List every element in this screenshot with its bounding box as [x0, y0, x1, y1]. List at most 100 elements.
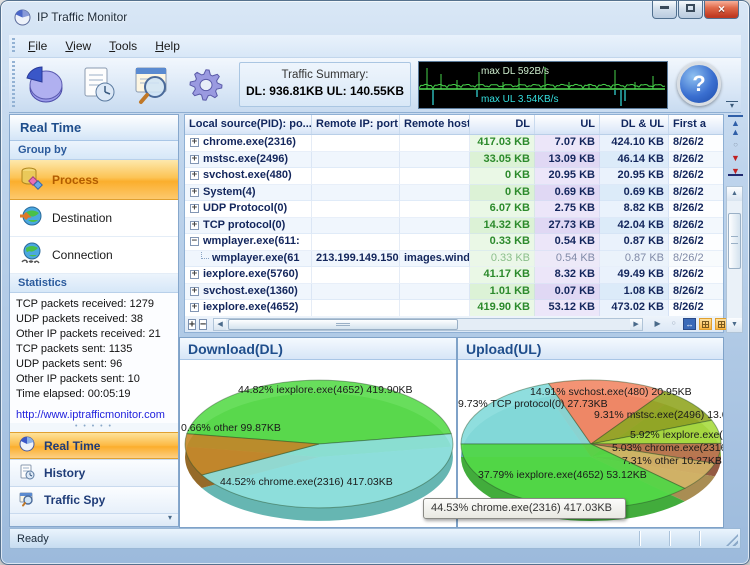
column-header-5[interactable]: DL & UL — [600, 115, 669, 134]
website-link[interactable]: http://www.iptrafficmonitor.com — [16, 408, 178, 423]
expand-icon[interactable]: + — [190, 188, 199, 197]
go-prev-row-icon[interactable]: ▲ — [728, 126, 743, 139]
collapse-icon[interactable]: − — [190, 237, 199, 246]
traffic-value: 0.54 KB — [535, 234, 600, 251]
expand-icon[interactable]: + — [190, 303, 199, 312]
traffic-value: 0 KB — [470, 185, 535, 202]
table-row[interactable]: −wmplayer.exe(611:0.33 KB0.54 KB0.87 KB8… — [185, 234, 723, 251]
pie-slice-label: 14.91% svchost.exe(480) 20.95KB — [530, 386, 692, 398]
expand-icon[interactable]: + — [190, 221, 199, 230]
traffic-value: 1.08 KB — [600, 284, 669, 301]
titlebar[interactable]: IP Traffic Monitor × — [1, 1, 749, 35]
globe-link-icon — [10, 241, 52, 270]
autofit-columns-icon[interactable]: ↔ — [683, 318, 696, 330]
column-header-2[interactable]: Remote host — [400, 115, 470, 134]
current-row-icon[interactable]: ○ — [728, 139, 743, 152]
minimize-button[interactable] — [652, 1, 677, 19]
table-row[interactable]: +svchost.exe(480)0 KB20.95 KB20.95 KB8/2… — [185, 168, 723, 185]
expand-icon[interactable]: + — [190, 287, 199, 296]
traffic-value: 0.33 KB — [470, 234, 535, 251]
go-first-row-icon[interactable]: ▲ — [728, 115, 743, 126]
expand-icon[interactable]: + — [190, 171, 199, 180]
expand-icon[interactable]: + — [190, 155, 199, 164]
traffic-value: 0.87 KB — [600, 234, 669, 251]
settings-toolbar-button[interactable] — [183, 63, 229, 107]
scroll-up-arrow[interactable]: ▲ — [727, 187, 742, 201]
group-by-header: Group by — [10, 141, 178, 160]
grid-view-icon[interactable] — [699, 318, 712, 330]
go-next-row-icon[interactable]: ▼ — [728, 152, 743, 165]
close-button[interactable]: × — [704, 1, 739, 19]
table-row[interactable]: +UDP Protocol(0)6.07 KB2.75 KB8.82 KB8/2… — [185, 201, 723, 218]
menu-item-view[interactable]: View — [56, 35, 100, 53]
scroll-right-arrow[interactable]: ▶ — [630, 319, 642, 330]
menu-item-file[interactable]: File — [19, 35, 56, 53]
table-row[interactable]: +iexplore.exe(5760)41.17 KB8.32 KB49.49 … — [185, 267, 723, 284]
column-header-4[interactable]: UL — [535, 115, 600, 134]
expand-all-button[interactable]: + — [188, 319, 196, 330]
table-row[interactable]: +mstsc.exe(2496)33.05 KB13.09 KB46.14 KB… — [185, 152, 723, 169]
record-toggle-icon[interactable]: ○ — [667, 318, 680, 330]
process-name: mstsc.exe(2496) — [203, 153, 288, 165]
toolbar-overflow-chevron[interactable]: ▾ — [726, 101, 738, 110]
menu-item-tools[interactable]: Tools — [100, 35, 146, 53]
report-toolbar-button[interactable] — [75, 63, 121, 107]
group-by-label: Connection — [52, 248, 113, 262]
nav-item-traffic-spy[interactable]: Traffic Spy — [10, 486, 178, 513]
realtime-pie-toolbar-button[interactable] — [21, 63, 67, 107]
statistics-line: UDP packets received: 38 — [16, 312, 178, 327]
app-pie-icon — [14, 9, 31, 26]
column-header-1[interactable]: Remote IP: port — [312, 115, 400, 134]
expand-icon[interactable]: + — [190, 138, 199, 147]
process-name: chrome.exe(2316) — [203, 136, 296, 148]
globe-arrow-icon — [10, 204, 52, 233]
table-row[interactable]: wmplayer.exe(61213.199.149.150: 8images.… — [185, 251, 723, 268]
scroll-down-arrow[interactable]: ▼ — [727, 318, 742, 332]
nav-item-label: Traffic Spy — [44, 493, 105, 507]
table-row[interactable]: +svchost.exe(1360)1.01 KB0.07 KB1.08 KB8… — [185, 284, 723, 301]
collapse-all-button[interactable]: − — [199, 319, 207, 330]
help-button[interactable]: ? — [677, 62, 721, 106]
pie-slice-label: 0.66% other 99.87KB — [181, 422, 281, 434]
table-row[interactable]: +TCP protocol(0)14.32 KB27.73 KB42.04 KB… — [185, 218, 723, 235]
nav-item-label: History — [44, 466, 85, 480]
expand-icon[interactable]: + — [190, 270, 199, 279]
traffic-value: 1.01 KB — [470, 284, 535, 301]
sidebar-footer: ▾ — [10, 513, 178, 526]
go-last-row-icon[interactable]: ▼ — [728, 165, 743, 176]
sidebar-splitter[interactable]: • • • • • — [10, 423, 178, 432]
pie-slice-tooltip: 44.53% chrome.exe(2316) 417.03KB — [423, 498, 626, 519]
menubar-grip[interactable] — [12, 38, 15, 54]
nav-item-real-time[interactable]: Real Time — [10, 432, 178, 459]
column-header-6[interactable]: First a — [669, 115, 724, 134]
column-header-3[interactable]: DL — [470, 115, 535, 134]
group-by-item-connection[interactable]: Connection — [10, 237, 178, 274]
horizontal-scroll-thumb[interactable] — [228, 319, 458, 330]
group-by-item-process[interactable]: Process — [10, 160, 178, 200]
table-row[interactable]: +iexplore.exe(4652)419.90 KB53.12 KB473.… — [185, 300, 723, 317]
traffic-value: 2.75 KB — [535, 201, 600, 218]
horizontal-scrollbar[interactable]: ◀ ▶ — [213, 318, 643, 331]
statistics-line: Other IP packets received: 21 — [16, 327, 178, 342]
nav-item-history[interactable]: History — [10, 459, 178, 486]
scroll-left-arrow[interactable]: ◀ — [214, 319, 226, 330]
statusbar: Ready — [9, 528, 741, 549]
group-by-item-destination[interactable]: Destination — [10, 200, 178, 237]
table-row[interactable]: +chrome.exe(2316)417.03 KB7.07 KB424.10 … — [185, 135, 723, 152]
sidebar-panel-title: Real Time — [10, 115, 178, 141]
menu-item-help[interactable]: Help — [146, 35, 189, 53]
column-header-0[interactable]: Local source(PID): po... — [185, 115, 312, 134]
traffic-value: 42.04 KB — [600, 218, 669, 235]
maximize-button[interactable] — [678, 1, 703, 19]
find-toolbar-button[interactable] — [129, 63, 175, 107]
pie-slice-label: 7.31% other 10.27KB — [622, 455, 722, 467]
resize-grip[interactable] — [726, 534, 738, 546]
table-row[interactable]: +System(4)0 KB0.69 KB0.69 KB8/26/2 — [185, 185, 723, 202]
sidebar-overflow-chevron[interactable]: ▾ — [168, 513, 172, 522]
vertical-scroll-thumb[interactable] — [728, 213, 741, 269]
expand-icon[interactable]: + — [190, 204, 199, 213]
traffic-value: 417.03 KB — [470, 135, 535, 152]
scroll-more-right-icon[interactable]: ▶ — [651, 318, 664, 330]
vertical-scrollbar[interactable]: ▲ ▼ — [726, 186, 743, 333]
toolbar-grip[interactable] — [12, 61, 15, 109]
